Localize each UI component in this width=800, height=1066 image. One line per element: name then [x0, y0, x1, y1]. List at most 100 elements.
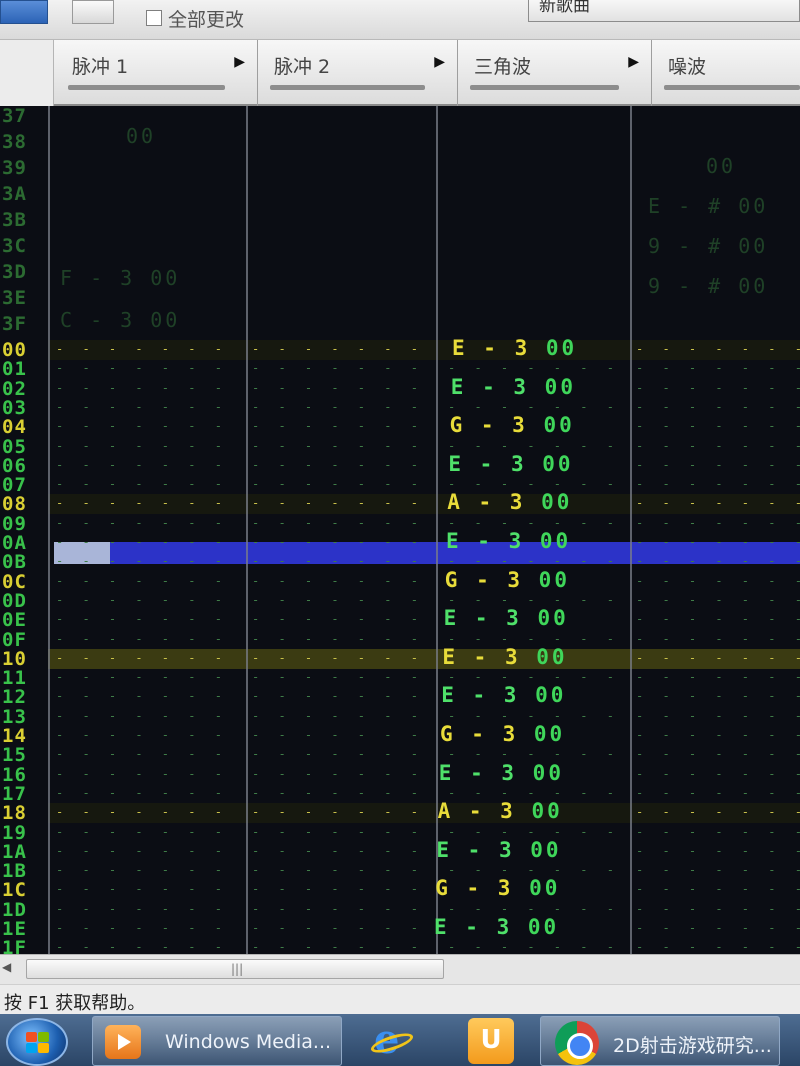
empty-cell[interactable]: - - - - - - - - - - - [56, 612, 242, 628]
empty-cell[interactable]: - - - - - - - - - - - [252, 496, 432, 512]
empty-cell[interactable]: - - - - - - - - - - - [252, 902, 432, 918]
empty-cell[interactable]: - - - - - - - - - - - [636, 863, 800, 879]
expand-arrow-icon[interactable]: ▶ [234, 54, 245, 70]
empty-cell[interactable]: - - - - - - - - - - - [56, 728, 242, 744]
empty-cell[interactable]: - - - - - - - - - - - [636, 805, 800, 821]
empty-cell[interactable]: - - - - - - - - - - - [252, 554, 432, 570]
note-cell[interactable]: E - 3 00 [434, 915, 559, 941]
empty-cell[interactable]: - - - - - - - - - - - [56, 882, 242, 898]
taskbar-item-windows-media[interactable]: Windows Media... [92, 1016, 342, 1066]
empty-cell[interactable]: - - - - - - - - - - - [56, 709, 242, 725]
taskbar-item-chrome[interactable]: 2D射击游戏研究... [540, 1016, 780, 1066]
empty-cell[interactable]: - - - - - - - - - - - [56, 805, 242, 821]
empty-cell[interactable]: - - - - - - - - - - - [56, 902, 242, 918]
empty-cell[interactable]: - - - - - - - - - - - [636, 535, 800, 551]
empty-cell[interactable]: - - - - - - - - - - - [56, 342, 242, 358]
empty-cell[interactable]: - - - - - - - - - - - [636, 844, 800, 860]
empty-cell[interactable]: - - - - - - - - - - - [448, 940, 622, 954]
empty-cell[interactable]: - - - - - - - - - - - [636, 419, 800, 435]
empty-cell[interactable]: - - - - - - - - - - - [56, 574, 242, 590]
note-cell[interactable]: E - 3 00 [448, 452, 573, 478]
empty-cell[interactable]: - - - - - - - - - - - [252, 921, 432, 937]
remove-frame-button[interactable] [72, 0, 114, 24]
add-frame-button[interactable] [0, 0, 48, 24]
empty-cell[interactable]: - - - - - - - - - - - [252, 805, 432, 821]
empty-cell[interactable]: - - - - - - - - - - - [252, 361, 432, 377]
empty-cell[interactable]: - - - - - - - - - - - [56, 825, 242, 841]
empty-cell[interactable]: - - - - - - - - - - - [636, 940, 800, 954]
channel-header-triangle[interactable]: 三角波 ▶ [458, 40, 652, 106]
empty-cell[interactable]: - - - - - - - - - - - [56, 747, 242, 763]
note-cell[interactable]: E - 3 00 [436, 838, 561, 864]
empty-cell[interactable]: - - - - - - - - - - - [636, 342, 800, 358]
change-all-option[interactable]: 全部更改 [146, 6, 244, 31]
empty-cell[interactable]: - - - - - - - - - - - [636, 516, 800, 532]
empty-cell[interactable]: - - - - - - - - - - - [636, 921, 800, 937]
note-cell[interactable]: E - 3 00 [446, 529, 571, 555]
empty-cell[interactable]: - - - - - - - - - - - [56, 381, 242, 397]
note-cell[interactable]: G - 3 00 [450, 413, 575, 439]
empty-cell[interactable]: - - - - - - - - - - - [56, 419, 242, 435]
empty-cell[interactable]: - - - - - - - - - - - [252, 689, 432, 705]
empty-cell[interactable]: - - - - - - - - - - - [56, 593, 242, 609]
note-cell[interactable]: E - 3 00 [451, 375, 576, 401]
empty-cell[interactable]: - - - - - - - - - - - [252, 632, 432, 648]
empty-cell[interactable]: - - - - - - - - - - - [56, 844, 242, 860]
empty-cell[interactable]: - - - - - - - - - - - [252, 574, 432, 590]
horizontal-scrollbar[interactable]: ◀ ||| [0, 954, 800, 984]
scroll-thumb[interactable]: ||| [26, 959, 444, 979]
empty-cell[interactable]: - - - - - - - - - - - [636, 651, 800, 667]
empty-cell[interactable]: - - - - - - - - - - - [252, 786, 432, 802]
taskbar-item-app[interactable]: U [468, 1016, 522, 1066]
empty-cell[interactable]: - - - - - - - - - - - [252, 940, 432, 954]
note-cell[interactable]: G - 3 00 [435, 876, 560, 902]
empty-cell[interactable]: - - - - - - - - - - - [252, 863, 432, 879]
empty-cell[interactable]: - - - - - - - - - - - [56, 786, 242, 802]
empty-cell[interactable]: - - - - - - - - - - - [252, 381, 432, 397]
empty-cell[interactable]: - - - - - - - - - - - [56, 400, 242, 416]
empty-cell[interactable]: - - - - - - - - - - - [252, 477, 432, 493]
empty-cell[interactable]: - - - - - - - - - - - [56, 863, 242, 879]
start-button[interactable] [6, 1018, 68, 1066]
empty-cell[interactable]: - - - - - - - - - - - [56, 921, 242, 937]
note-cell[interactable]: G - 3 00 [440, 722, 565, 748]
empty-cell[interactable]: - - - - - - - - - - - [636, 361, 800, 377]
note-cell[interactable]: A - 3 00 [447, 490, 572, 516]
channel-header-noise[interactable]: 噪波 [652, 40, 800, 106]
empty-cell[interactable]: - - - - - - - - - - - [252, 342, 432, 358]
channel-header-pulse1[interactable]: 脉冲 1 ▶ [56, 40, 258, 106]
empty-cell[interactable]: - - - - - - - - - - - [56, 632, 242, 648]
empty-cell[interactable]: - - - - - - - - - - - [252, 825, 432, 841]
empty-cell[interactable]: - - - - - - - - - - - [56, 361, 242, 377]
empty-cell[interactable]: - - - - - - - - - - - [636, 381, 800, 397]
empty-cell[interactable]: - - - - - - - - - - - [56, 689, 242, 705]
empty-cell[interactable]: - - - - - - - - - - - [252, 709, 432, 725]
empty-cell[interactable]: - - - - - - - - - - - [252, 612, 432, 628]
empty-cell[interactable]: - - - - - - - - - - - [56, 516, 242, 532]
empty-cell[interactable]: - - - - - - - - - - - [636, 747, 800, 763]
empty-cell[interactable]: - - - - - - - - - - - [252, 844, 432, 860]
empty-cell[interactable]: - - - - - - - - - - - [636, 902, 800, 918]
empty-cell[interactable]: - - - - - - - - - - - [636, 670, 800, 686]
taskbar-item-ie[interactable]: e [368, 1016, 424, 1066]
empty-cell[interactable]: - - - - - - - - - - - [252, 400, 432, 416]
empty-cell[interactable]: - - - - - - - - - - - [636, 825, 800, 841]
empty-cell[interactable]: - - - - - - - - - - - [252, 419, 432, 435]
note-cell[interactable]: G - 3 00 [445, 568, 570, 594]
empty-cell[interactable]: - - - - - - - - - - - [636, 400, 800, 416]
note-cell[interactable]: E - 3 00 [439, 761, 564, 787]
channel-header-pulse2[interactable]: 脉冲 2 ▶ [258, 40, 458, 106]
empty-cell[interactable]: - - - - - - - - - - - [252, 670, 432, 686]
empty-cell[interactable]: - - - - - - - - - - - [56, 554, 242, 570]
empty-cell[interactable]: - - - - - - - - - - - [252, 439, 432, 455]
empty-cell[interactable]: - - - - - - - - - - - [636, 554, 800, 570]
empty-cell[interactable]: - - - - - - - - - - - [252, 651, 432, 667]
empty-cell[interactable]: - - - - - - - - - - - [56, 458, 242, 474]
empty-cell[interactable]: - - - - - - - - - - - [56, 439, 242, 455]
empty-cell[interactable]: - - - - - - - - - - - [636, 439, 800, 455]
empty-cell[interactable]: - - - - - - - - - - - [636, 728, 800, 744]
pattern-editor[interactable]: 37 38 39 3A 3B 3C 3D 3E 3F 00 01 02 03 04 05 06 07 08 09 0A… [0, 106, 800, 954]
empty-cell[interactable]: - - - - - - - - - - - [252, 458, 432, 474]
song-select[interactable]: 新歌曲 [528, 0, 800, 22]
note-cell[interactable]: E - 3 00 [452, 336, 577, 362]
